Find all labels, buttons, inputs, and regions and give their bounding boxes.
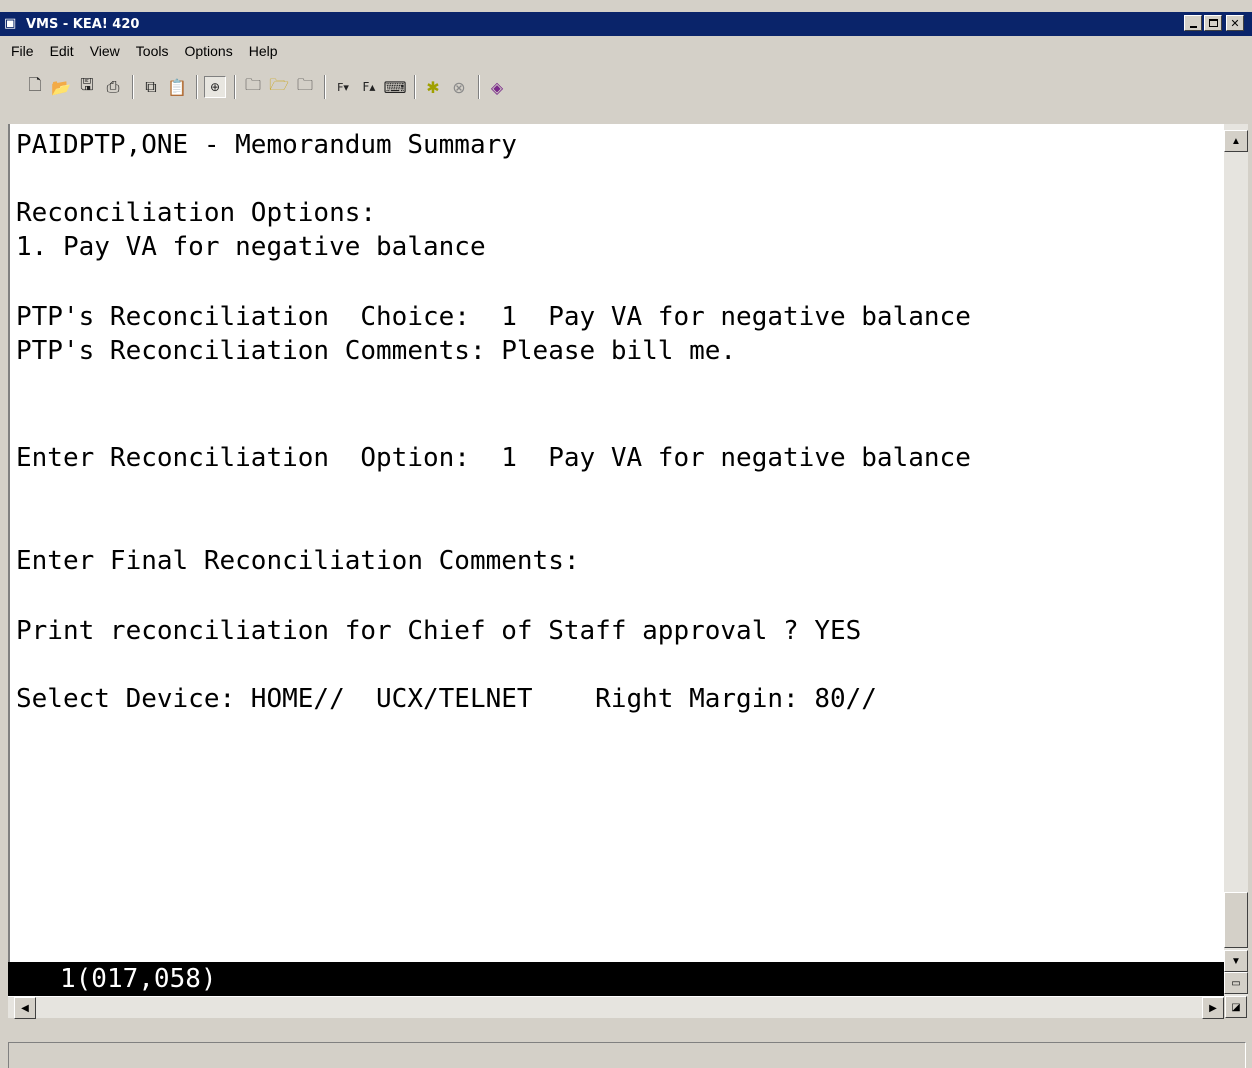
terminal-line: PAIDPTP,ONE - Memorandum Summary <box>16 130 517 160</box>
terminal-icon[interactable]: ▣ <box>4 17 22 31</box>
terminal-line: Enter Final Reconciliation Comments: <box>16 546 580 576</box>
terminal-line: PTP's Reconciliation Choice: 1 Pay VA fo… <box>16 302 971 332</box>
toolbar-separator <box>478 75 480 99</box>
scroll-up-button[interactable]: ▲ <box>1224 130 1248 152</box>
minimize-icon <box>1189 25 1197 28</box>
toolbar-separator <box>196 75 198 99</box>
terminal-line: Select Device: HOME// UCX/TELNET Right M… <box>16 684 877 714</box>
title-bar: ▣ VMS - KEA! 420 ✕ <box>0 12 1252 36</box>
toolbar-separator <box>414 75 416 99</box>
save-icon[interactable]: 🖫 <box>76 75 98 98</box>
vertical-scrollbar[interactable]: ▲ ▼ ▭ <box>1224 124 1248 996</box>
resize-button[interactable]: ◪ <box>1225 996 1247 1018</box>
menu-bar: File Edit View Tools Options Help <box>0 38 1252 64</box>
close-icon: ✕ <box>1230 16 1240 30</box>
toolbar-separator <box>324 75 326 99</box>
scroll-corner: ◪ <box>1224 996 1248 1018</box>
paste-icon[interactable]: 📋 <box>166 76 188 98</box>
print-icon[interactable]: ⎙ <box>102 76 124 98</box>
arrow-up-icon: ▲ <box>1231 135 1241 147</box>
status-bar <box>8 1042 1246 1068</box>
toolbar-separator <box>132 75 134 99</box>
open-icon[interactable]: 📂 <box>50 76 72 98</box>
window-controls: ✕ <box>1182 15 1244 31</box>
window-title: VMS - KEA! 420 <box>26 16 140 32</box>
arrow-left-icon: ◀ <box>21 1002 29 1014</box>
minimize-button[interactable] <box>1184 15 1202 31</box>
terminal-screen[interactable]: PAIDPTP,ONE - Memorandum Summary Reconci… <box>8 124 1224 962</box>
page-icon: ▭ <box>1231 977 1241 989</box>
scroll-left-button[interactable]: ◀ <box>14 997 36 1019</box>
terminal-line: Reconciliation Options: <box>16 198 377 228</box>
terminal-line: 1. Pay VA for negative balance <box>16 232 486 262</box>
menu-help[interactable]: Help <box>246 41 281 61</box>
page-button[interactable]: ▭ <box>1224 972 1248 994</box>
resize-icon: ◪ <box>1231 1001 1241 1013</box>
arrow-down-icon: ▼ <box>1231 955 1241 967</box>
arrow-right-icon: ▶ <box>1209 1002 1217 1014</box>
maximize-icon <box>1208 19 1218 27</box>
traffic-light-icon[interactable]: ✱ <box>422 76 444 98</box>
stop-icon[interactable]: ⊗ <box>448 76 470 98</box>
terminal-status-line: 1(017,058) <box>8 962 1224 996</box>
menu-tools[interactable]: Tools <box>133 41 172 61</box>
folder-up-icon[interactable]: 🗁 <box>268 75 290 98</box>
menu-edit[interactable]: Edit <box>47 41 77 61</box>
font-up-icon[interactable]: F▴ <box>358 76 380 98</box>
folder-down-icon[interactable]: 🗀 <box>294 75 316 98</box>
cursor-position: 1(017,058) <box>60 964 217 994</box>
horizontal-scrollbar[interactable]: ◀ ▶ <box>8 996 1224 1019</box>
copy-icon[interactable]: ⧉ <box>140 76 162 98</box>
folder-icon[interactable]: 🗀 <box>242 75 264 98</box>
toolbar-separator <box>234 75 236 99</box>
menu-options[interactable]: Options <box>181 41 235 61</box>
menu-view[interactable]: View <box>87 41 123 61</box>
terminal-line: Enter Reconciliation Option: 1 Pay VA fo… <box>16 443 971 473</box>
keyboard-icon[interactable]: ⌨ <box>383 76 406 98</box>
menu-file[interactable]: File <box>8 41 37 61</box>
toolbar: 🗋 📂 🖫 ⎙ ⧉ 📋 ⊕ 🗀 🗁 🗀 F▾ F▴ ⌨ ✱ ⊗ ◈ <box>0 68 1252 106</box>
connect-icon[interactable]: ⊕ <box>204 76 226 98</box>
terminal-line: PTP's Reconciliation Comments: Please bi… <box>16 336 737 366</box>
terminal-line: Print reconciliation for Chief of Staff … <box>16 616 862 646</box>
close-button[interactable]: ✕ <box>1226 15 1244 31</box>
scroll-right-button[interactable]: ▶ <box>1202 997 1224 1019</box>
scroll-down-button[interactable]: ▼ <box>1224 950 1248 972</box>
scroll-thumb[interactable] <box>1224 892 1248 948</box>
book-icon[interactable]: ◈ <box>486 76 508 98</box>
app-window: ▣ VMS - KEA! 420 ✕ File Edit View Tools … <box>0 0 1252 1068</box>
font-down-icon[interactable]: F▾ <box>332 76 354 98</box>
new-icon[interactable]: 🗋 <box>24 75 46 98</box>
maximize-button[interactable] <box>1204 15 1222 31</box>
